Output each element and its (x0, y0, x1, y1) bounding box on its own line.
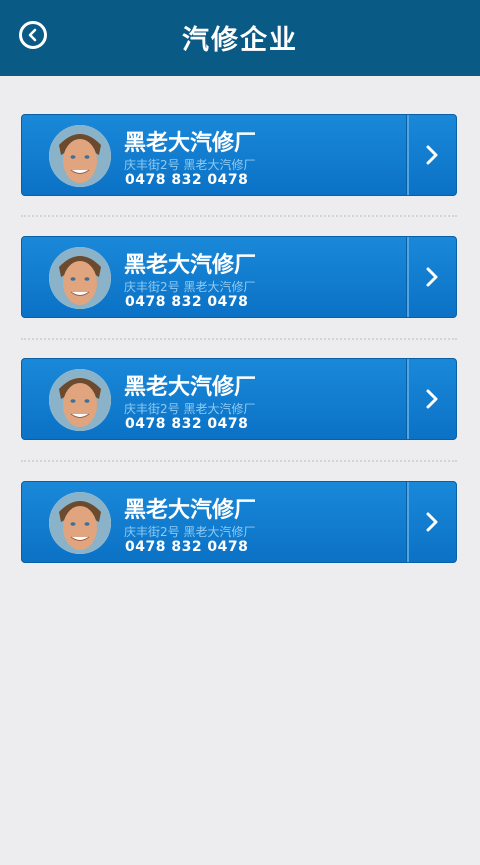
list-item[interactable]: 黑老大汽修厂 庆丰街2号 黑老大汽修厂 0478 832 0478 (21, 236, 457, 318)
header-bar: 汽修企业 (0, 0, 480, 76)
chevron-right-icon (426, 267, 438, 287)
dotted-separator (21, 338, 457, 340)
detail-arrow-button[interactable] (408, 359, 456, 439)
list-item[interactable]: 黑老大汽修厂 庆丰街2号 黑老大汽修厂 0478 832 0478 (21, 114, 457, 196)
shop-phone: 0478 832 0478 (125, 172, 249, 188)
chevron-right-icon (426, 145, 438, 165)
detail-arrow-button[interactable] (408, 115, 456, 195)
avatar (49, 369, 111, 431)
chevron-right-icon (426, 512, 438, 532)
avatar (49, 247, 111, 309)
shop-name: 黑老大汽修厂 (124, 253, 257, 278)
shop-phone: 0478 832 0478 (125, 416, 249, 432)
dotted-separator (21, 215, 457, 217)
chevron-right-icon (426, 389, 438, 409)
list-item[interactable]: 黑老大汽修厂 庆丰街2号 黑老大汽修厂 0478 832 0478 (21, 358, 457, 440)
shop-phone: 0478 832 0478 (125, 294, 249, 310)
shop-name: 黑老大汽修厂 (124, 131, 257, 156)
avatar (49, 125, 111, 187)
shop-address: 庆丰街2号 黑老大汽修厂 (124, 402, 256, 416)
shop-name: 黑老大汽修厂 (124, 375, 257, 400)
shop-address: 庆丰街2号 黑老大汽修厂 (124, 158, 256, 172)
page-title: 汽修企业 (182, 25, 298, 56)
avatar (49, 492, 111, 554)
detail-arrow-button[interactable] (408, 237, 456, 317)
dotted-separator (21, 460, 457, 462)
shop-address: 庆丰街2号 黑老大汽修厂 (124, 280, 256, 294)
shop-address: 庆丰街2号 黑老大汽修厂 (124, 525, 256, 539)
detail-arrow-button[interactable] (408, 482, 456, 562)
list-item[interactable]: 黑老大汽修厂 庆丰街2号 黑老大汽修厂 0478 832 0478 (21, 481, 457, 563)
shop-phone: 0478 832 0478 (125, 539, 249, 555)
shop-name: 黑老大汽修厂 (124, 498, 257, 523)
